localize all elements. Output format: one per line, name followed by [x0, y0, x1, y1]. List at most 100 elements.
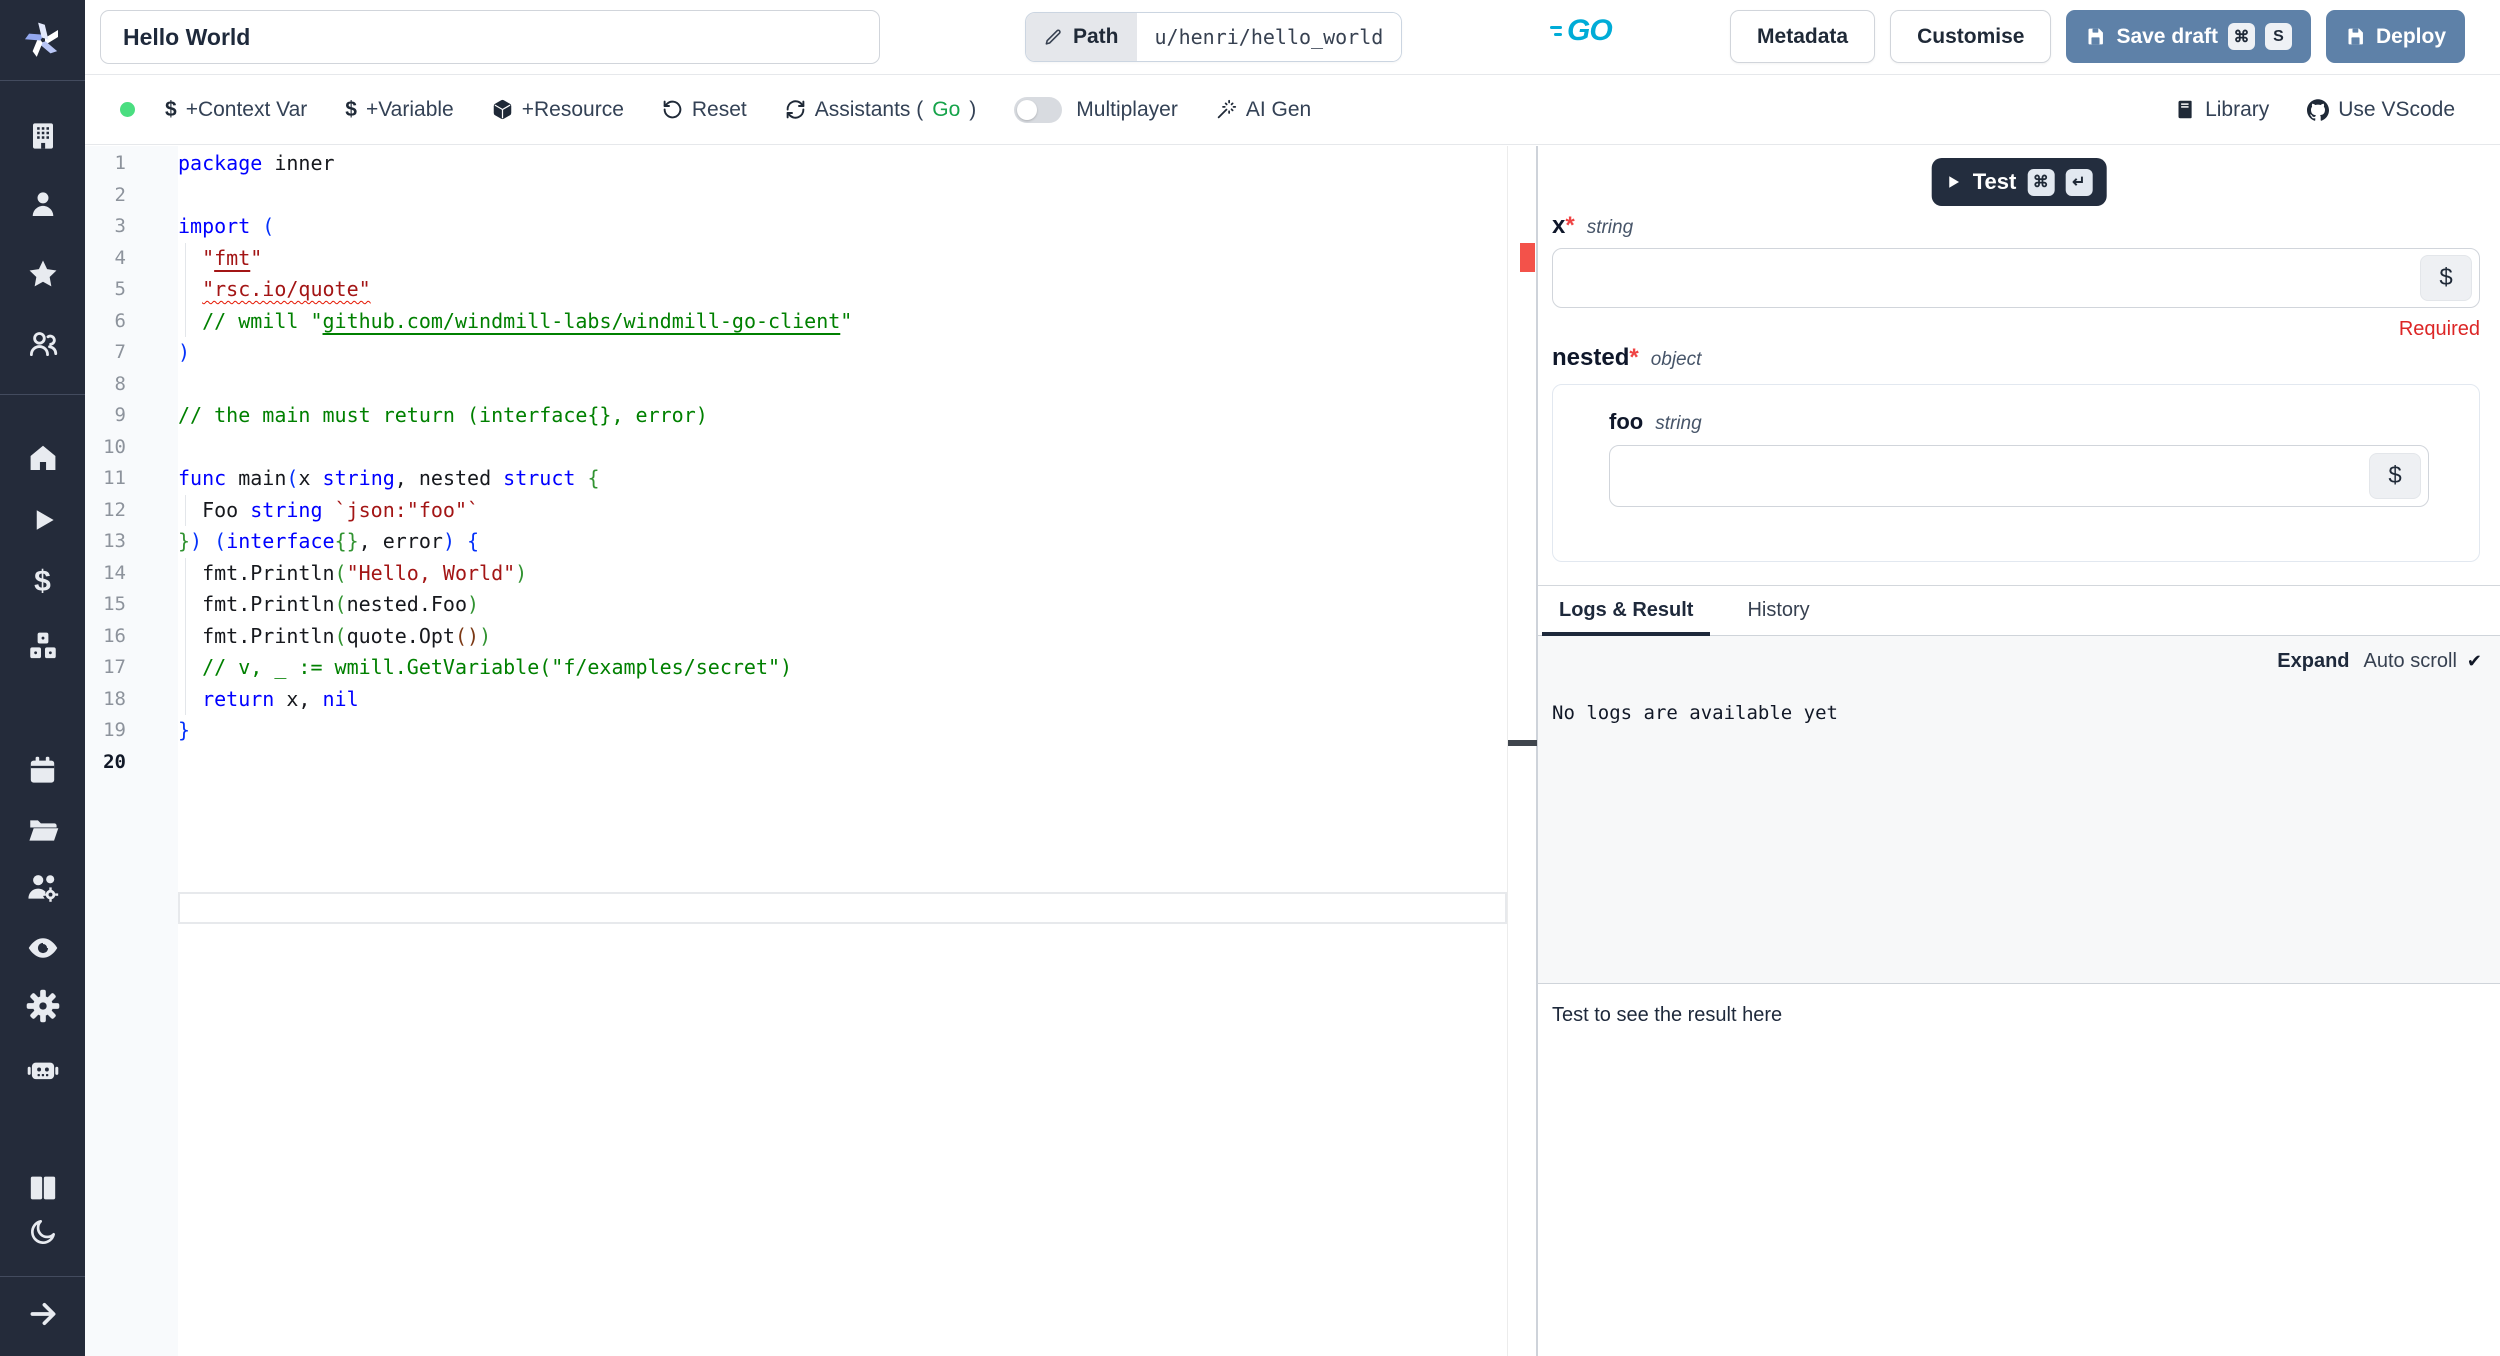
- code-line[interactable]: [178, 747, 1507, 779]
- arg-nested-label: nested* object: [1552, 344, 1702, 371]
- library-button[interactable]: Library: [2175, 98, 2269, 122]
- code-line[interactable]: // v, _ := wmill.GetVariable("f/examples…: [178, 652, 1507, 684]
- dollar-icon: $: [2439, 264, 2453, 291]
- overview-ruler[interactable]: [1507, 146, 1537, 1356]
- assistants-button[interactable]: Assistants (Go): [785, 98, 976, 122]
- code-line[interactable]: ): [178, 337, 1507, 369]
- code-line[interactable]: // wmill "github.com/windmill-labs/windm…: [178, 305, 1507, 338]
- workers-admin-icon[interactable]: [0, 868, 85, 908]
- script-title-input[interactable]: [100, 10, 880, 64]
- audit-eye-icon[interactable]: [0, 928, 85, 968]
- line-number: 5: [114, 278, 126, 300]
- use-vscode-button[interactable]: Use VScode: [2307, 98, 2455, 122]
- line-number: 2: [114, 183, 126, 206]
- code-lines: package inner import ( "fmt" "rsc.io/quot…: [178, 148, 1507, 778]
- code-line[interactable]: Foo string `json:"foo"`: [178, 494, 1507, 527]
- code-line[interactable]: }) (interface{}, error) {: [178, 526, 1507, 558]
- arg-x-field: $: [1552, 248, 2480, 308]
- user-icon[interactable]: [0, 184, 85, 224]
- favorites-star-icon[interactable]: [0, 254, 85, 294]
- dollar-icon: $: [165, 97, 177, 121]
- status-dot: [120, 102, 135, 117]
- windmill-logo[interactable]: [0, 14, 85, 66]
- path-label: Path: [1073, 25, 1119, 48]
- groups-icon[interactable]: [0, 324, 85, 364]
- expand-button[interactable]: Expand: [2277, 650, 2349, 673]
- schedules-calendar-icon[interactable]: [0, 750, 85, 790]
- code-line[interactable]: [178, 369, 1507, 401]
- multiplayer-toggle[interactable]: [1014, 96, 1063, 123]
- workspace-building-icon[interactable]: [0, 116, 85, 156]
- deploy-button[interactable]: Deploy: [2325, 10, 2465, 63]
- dark-mode-moon-icon[interactable]: [0, 1212, 85, 1252]
- add-variable-button[interactable]: $ +Variable: [345, 98, 453, 122]
- resources-cubes-icon[interactable]: [0, 626, 85, 666]
- expand-arrow-icon[interactable]: [0, 1294, 85, 1334]
- add-resource-button[interactable]: +Resource: [492, 98, 624, 122]
- arg-x-input[interactable]: [1553, 249, 2479, 307]
- path-chip[interactable]: Path u/henri/hello_world: [1025, 12, 1403, 62]
- error-marker: [1520, 243, 1535, 272]
- insert-variable-button[interactable]: $: [2369, 453, 2421, 499]
- reset-button[interactable]: Reset: [662, 98, 747, 122]
- tab-logs-result[interactable]: Logs & Result: [1542, 586, 1711, 636]
- line-number: 4: [114, 246, 126, 269]
- refresh-icon: [786, 100, 805, 119]
- insert-variable-button[interactable]: $: [2420, 255, 2472, 301]
- path-value: u/henri/hello_world: [1136, 13, 1402, 61]
- line-number: 11: [103, 467, 126, 489]
- customise-button[interactable]: Customise: [1890, 10, 2052, 63]
- line-number: 10: [103, 435, 126, 458]
- metadata-button[interactable]: Metadata: [1730, 10, 1876, 63]
- line-number: 12: [103, 498, 126, 521]
- settings-gear-icon[interactable]: [0, 986, 85, 1026]
- code-line[interactable]: // the main must return (interface{}, er…: [178, 400, 1507, 432]
- gutter: 1 2 3 4 5 6 7 8 9 10 11 12 13 14 15 16 17 18 19 20: [85, 148, 178, 778]
- runs-play-icon[interactable]: [0, 500, 85, 540]
- github-icon: [2307, 98, 2330, 121]
- line-number: 20: [103, 750, 126, 773]
- variables-dollar-icon[interactable]: $: [0, 562, 85, 602]
- line-number: 3: [114, 215, 126, 237]
- code-editor[interactable]: 1 2 3 4 5 6 7 8 9 10 11 12 13 14 15 16 17 18 19 20 package …: [85, 146, 1538, 1356]
- required-star: *: [1629, 344, 1639, 371]
- line-number: 8: [114, 372, 126, 395]
- code-line[interactable]: fmt.Println(nested.Foo): [178, 589, 1507, 621]
- code-line[interactable]: fmt.Println("Hello, World"): [178, 557, 1507, 590]
- arg-foo-input[interactable]: [1610, 446, 2428, 506]
- windmill-logo-blades: [24, 22, 58, 57]
- ai-gen-button[interactable]: AI Gen: [1216, 98, 1311, 122]
- code-line[interactable]: fmt.Println(quote.Opt()): [178, 620, 1507, 653]
- code-line[interactable]: package inner: [178, 148, 1507, 180]
- save-icon: [2088, 28, 2104, 45]
- line-number: 14: [103, 561, 126, 584]
- folders-icon[interactable]: [0, 810, 85, 850]
- tab-history[interactable]: History: [1730, 586, 1826, 635]
- add-context-var-button[interactable]: $ +Context Var: [165, 98, 307, 122]
- line-number: 6: [114, 309, 126, 332]
- code-line[interactable]: }: [178, 715, 1507, 747]
- code-line[interactable]: return x, nil: [178, 683, 1507, 716]
- ai-robot-icon[interactable]: [0, 1048, 85, 1088]
- arg-foo-label: foo string: [1609, 409, 1702, 434]
- path-edit-button[interactable]: Path: [1026, 13, 1137, 61]
- save-draft-button[interactable]: Save draft ⌘ S: [2066, 10, 2311, 63]
- required-error: Required: [2398, 318, 2480, 340]
- toggle-knob: [1017, 99, 1038, 120]
- go-logo-text: GO: [1567, 14, 1613, 47]
- code-line[interactable]: import (: [178, 211, 1507, 243]
- code-line[interactable]: [178, 432, 1507, 464]
- code-line[interactable]: func main(x string, nested struct {: [178, 463, 1507, 495]
- topbar: Path u/henri/hello_world GO Metadata Cus…: [85, 0, 2500, 75]
- code-line[interactable]: "fmt": [178, 242, 1507, 275]
- sidebar-divider: [0, 1276, 85, 1277]
- code-line[interactable]: "rsc.io/quote": [178, 274, 1507, 306]
- code-line[interactable]: [178, 180, 1507, 212]
- autoscroll-toggle[interactable]: Auto scroll ✔: [2364, 650, 2482, 673]
- kbd-enter: ↵: [2065, 168, 2093, 196]
- test-button[interactable]: Test ⌘ ↵: [1931, 158, 2107, 206]
- line-number: 17: [103, 656, 126, 678]
- home-icon[interactable]: [0, 438, 85, 478]
- docs-books-icon[interactable]: [0, 1168, 85, 1208]
- result-placeholder: Test to see the result here: [1552, 1004, 1783, 1026]
